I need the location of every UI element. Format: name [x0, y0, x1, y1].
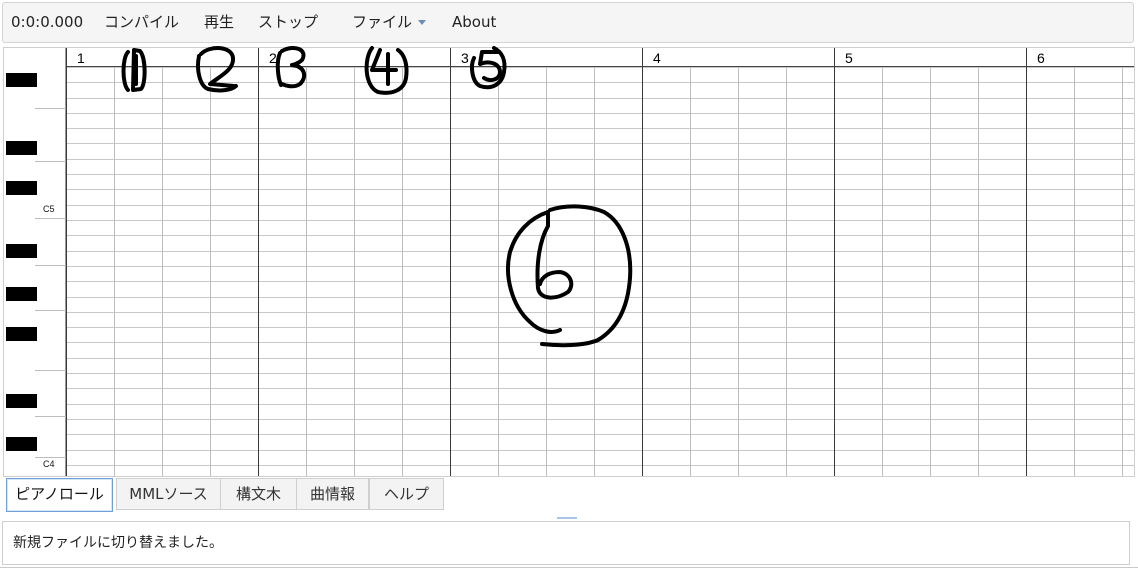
white-key-divider	[35, 457, 66, 458]
bar-number: 1	[77, 50, 85, 66]
bar-number: 3	[461, 50, 469, 66]
bar-number: 5	[845, 50, 853, 66]
menu-bar: 0:0:0.000 コンパイル 再生 ストップ ファイル About	[2, 2, 1134, 43]
tab-syntax-tree[interactable]: 構文木	[220, 478, 297, 510]
black-key[interactable]	[6, 244, 37, 258]
piano-roll-grid[interactable]	[4, 48, 1135, 477]
chevron-down-icon	[418, 20, 427, 25]
white-key-divider	[35, 416, 66, 417]
piano-roll[interactable]: 1 2 3 4 5 6 C5 C4	[3, 47, 1135, 477]
white-key-divider	[35, 370, 66, 371]
bottom-divider	[0, 567, 1138, 568]
time-display: 0:0:0.000	[11, 13, 84, 31]
white-key-divider	[35, 161, 66, 162]
status-message: 新規ファイルに切り替えました。	[2, 521, 1130, 565]
black-key[interactable]	[6, 394, 37, 408]
black-key[interactable]	[6, 287, 37, 301]
black-key[interactable]	[6, 141, 37, 155]
key-label-c4: C4	[43, 459, 55, 469]
tab-mml-source[interactable]: MMLソース	[116, 478, 221, 510]
black-key[interactable]	[6, 181, 37, 195]
resize-handle[interactable]	[557, 517, 577, 519]
tab-song-info[interactable]: 曲情報	[296, 478, 369, 510]
app-window: 0:0:0.000 コンパイル 再生 ストップ ファイル About 1 2 3 4 5…	[0, 0, 1138, 570]
compile-menu-item[interactable]: コンパイル	[104, 3, 179, 42]
key-label-c5: C5	[43, 204, 55, 214]
white-key-divider	[35, 310, 66, 311]
about-menu-item[interactable]: About	[452, 3, 496, 42]
bar-number: 4	[653, 50, 661, 66]
piano-keyboard[interactable]: C5 C4	[4, 48, 66, 476]
white-key-divider	[35, 218, 66, 219]
tab-help[interactable]: ヘルプ	[369, 478, 444, 510]
black-key[interactable]	[6, 327, 37, 341]
stop-menu-item[interactable]: ストップ	[258, 3, 318, 42]
tab-piano-roll[interactable]: ピアノロール	[6, 478, 113, 512]
file-menu-label: ファイル	[352, 13, 413, 31]
white-key-divider	[35, 265, 66, 266]
bar-number: 6	[1037, 50, 1045, 66]
bar-number: 2	[269, 50, 277, 66]
black-key[interactable]	[6, 73, 37, 87]
play-menu-item[interactable]: 再生	[204, 3, 234, 42]
file-menu-dropdown[interactable]: ファイル	[352, 3, 427, 42]
white-key-divider	[35, 108, 66, 109]
black-key[interactable]	[6, 437, 37, 451]
